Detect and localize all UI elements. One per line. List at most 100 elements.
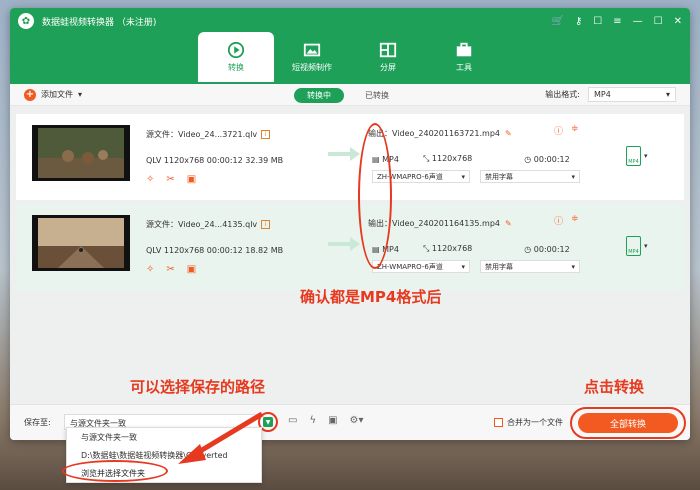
- clock-icon: ◷ 00:00:12: [524, 154, 570, 164]
- track-selects: ZH-WMAPRO-6声道 ▾ 禁用字幕 ▾: [372, 260, 580, 273]
- duration-value: 00:00:12: [533, 154, 570, 164]
- tab-converting[interactable]: 转换中: [294, 88, 344, 103]
- toolbar: + 添加文件 ▾ 转换中 已转换 输出格式: MP4 ▾: [10, 84, 690, 106]
- scissors-icon[interactable]: ✂: [166, 264, 174, 275]
- chevron-down-icon: ▾: [461, 262, 465, 271]
- tab-tools[interactable]: 工具: [426, 32, 502, 82]
- merge-option[interactable]: 合并为一个文件: [494, 417, 563, 428]
- titlebar: ✿ 数据蛙视频转换器 （未注册) 🛒 ⚷ ☐ ≡ — ☐ ✕: [10, 8, 690, 34]
- compress-icon[interactable]: ≑: [571, 124, 579, 137]
- settings-icon[interactable]: ⚙▾: [350, 415, 364, 426]
- source-file-name: 源文件：Video_24...3721.qlv: [146, 130, 258, 139]
- header: ✿ 数据蛙视频转换器 （未注册) 🛒 ⚷ ☐ ≡ — ☐ ✕ 转换 短视频制作: [10, 8, 690, 84]
- output-format-icon[interactable]: MP4: [626, 146, 641, 166]
- source-meta: QLV 1120x768 00:00:12 18.82 MB: [146, 246, 284, 255]
- thumbnail-image: [38, 128, 124, 178]
- thumbnail-image: [38, 218, 124, 268]
- track-selects: ZH-WMAPRO-6声道 ▾ 禁用字幕 ▾: [372, 170, 580, 183]
- main-tabs: 转换 短视频制作 分屏 工具: [198, 32, 502, 82]
- list-item: 源文件：Video_24...4135.qlv i QLV 1120x768 0…: [16, 204, 684, 290]
- convert-all-button[interactable]: 全部转换: [578, 413, 678, 433]
- source-file: 源文件：Video_24...3721.qlv i: [146, 129, 271, 140]
- bottom-tools: ▭ ϟ ▣ ⚙▾: [288, 415, 364, 426]
- output-format-icon[interactable]: MP4: [626, 236, 641, 256]
- save-to-label: 保存至:: [24, 418, 51, 427]
- resolution-value: 1120x768: [431, 244, 473, 253]
- info-icon[interactable]: ⓘ: [554, 124, 563, 137]
- source-meta: QLV 1120x768 00:00:12 32.39 MB: [146, 156, 284, 165]
- app-logo-icon: ✿: [18, 13, 34, 29]
- add-file-button[interactable]: + 添加文件 ▾: [24, 88, 83, 101]
- tab-converted[interactable]: 已转换: [352, 88, 402, 103]
- app-title: 数据蛙视频转换器 （未注册): [42, 17, 157, 28]
- chevron-down-icon[interactable]: ▾: [644, 242, 648, 250]
- hardware-accel-icon[interactable]: ϟ: [309, 415, 316, 426]
- edit-effects-icon[interactable]: ▣: [187, 174, 196, 185]
- output-format: 输出格式: MP4 ▾: [545, 87, 676, 102]
- file-list: 源文件：Video_24...3721.qlv i QLV 1120x768 0…: [10, 106, 690, 404]
- minimize-icon[interactable]: —: [633, 16, 643, 27]
- resolution-icon: ⤡ 1120x768: [422, 244, 473, 253]
- info-icon[interactable]: i: [261, 220, 271, 229]
- output-icons: ⓘ ≑: [554, 214, 579, 227]
- chevron-down-icon: ▾: [461, 172, 465, 181]
- pencil-icon[interactable]: ✎: [505, 129, 512, 138]
- annotation-save-path: 可以选择保存的路径: [130, 378, 266, 396]
- output-icons: ⓘ ≑: [554, 124, 579, 137]
- key-icon[interactable]: ⚷: [575, 16, 582, 27]
- audio-track-select[interactable]: ZH-WMAPRO-6声道 ▾: [372, 260, 470, 273]
- info-icon[interactable]: i: [261, 130, 271, 139]
- magic-wand-icon[interactable]: ✧: [146, 174, 154, 185]
- app-window: ✿ 数据蛙视频转换器 （未注册) 🛒 ⚷ ☐ ≡ — ☐ ✕ 转换 短视频制作: [10, 8, 690, 440]
- output-file-name: 输出：Video_240201163721.mp4: [368, 129, 500, 138]
- arrow-right-icon: [328, 237, 360, 251]
- pencil-icon[interactable]: ✎: [505, 219, 512, 228]
- duration-value: 00:00:12: [533, 244, 570, 254]
- info-icon[interactable]: ⓘ: [554, 214, 563, 227]
- magic-wand-icon[interactable]: ✧: [146, 264, 154, 275]
- clock-icon: ◷ 00:00:12: [524, 244, 570, 254]
- chevron-down-icon[interactable]: ▾: [644, 152, 648, 160]
- resolution-icon: ⤡ 1120x768: [422, 154, 473, 163]
- window-controls: 🛒 ⚷ ☐ ≡ — ☐ ✕: [552, 16, 683, 27]
- subtitle-value: 禁用字幕: [485, 172, 513, 181]
- source-file-name: 源文件：Video_24...4135.qlv: [146, 220, 258, 229]
- subtitle-value: 禁用字幕: [485, 262, 513, 271]
- merge-checkbox[interactable]: [494, 418, 503, 427]
- annotation-oval: [358, 123, 392, 269]
- annotation-confirm-mp4: 确认都是MP4格式后: [300, 288, 442, 306]
- output-format-select[interactable]: MP4 ▾: [588, 87, 676, 102]
- output-specs: ▤ MP4 ⤡ 1120x768 ◷ 00:00:12: [372, 154, 570, 164]
- toolbox-icon: [456, 42, 472, 57]
- annotation-ring: [62, 460, 168, 482]
- subtitle-select[interactable]: 禁用字幕 ▾: [480, 260, 580, 273]
- video-thumbnail[interactable]: [32, 215, 130, 271]
- output-format-value: MP4: [594, 90, 611, 99]
- edit-actions: ✧ ✂ ▣: [146, 174, 196, 185]
- menu-icon[interactable]: ≡: [613, 16, 621, 27]
- folder-icon[interactable]: ▭: [288, 415, 297, 426]
- edit-effects-icon[interactable]: ▣: [187, 264, 196, 275]
- chat-icon[interactable]: ☐: [593, 16, 602, 27]
- tab-short-video[interactable]: 短视频制作: [274, 32, 350, 82]
- tab-convert[interactable]: 转换: [198, 32, 274, 82]
- gpu-icon[interactable]: ▣: [328, 415, 337, 426]
- compress-icon[interactable]: ≑: [571, 214, 579, 227]
- close-icon[interactable]: ✕: [674, 16, 682, 27]
- video-thumbnail[interactable]: [32, 125, 130, 181]
- subtitle-select[interactable]: 禁用字幕 ▾: [480, 170, 580, 183]
- maximize-icon[interactable]: ☐: [654, 16, 663, 27]
- tab-label: 短视频制作: [292, 63, 332, 72]
- source-file: 源文件：Video_24...4135.qlv i: [146, 219, 271, 230]
- tab-label: 工具: [456, 63, 472, 72]
- scissors-icon[interactable]: ✂: [166, 174, 174, 185]
- split-screen-icon: [379, 42, 397, 58]
- merge-label: 合并为一个文件: [507, 418, 563, 427]
- cart-icon[interactable]: 🛒: [552, 16, 564, 27]
- plus-icon: +: [24, 88, 36, 101]
- tab-split-screen[interactable]: 分屏: [350, 32, 426, 82]
- tab-label: 转换: [228, 63, 244, 72]
- list-item: 源文件：Video_24...3721.qlv i QLV 1120x768 0…: [16, 114, 684, 200]
- chevron-down-icon: ▾: [78, 90, 83, 99]
- chevron-down-icon: ▾: [571, 262, 575, 271]
